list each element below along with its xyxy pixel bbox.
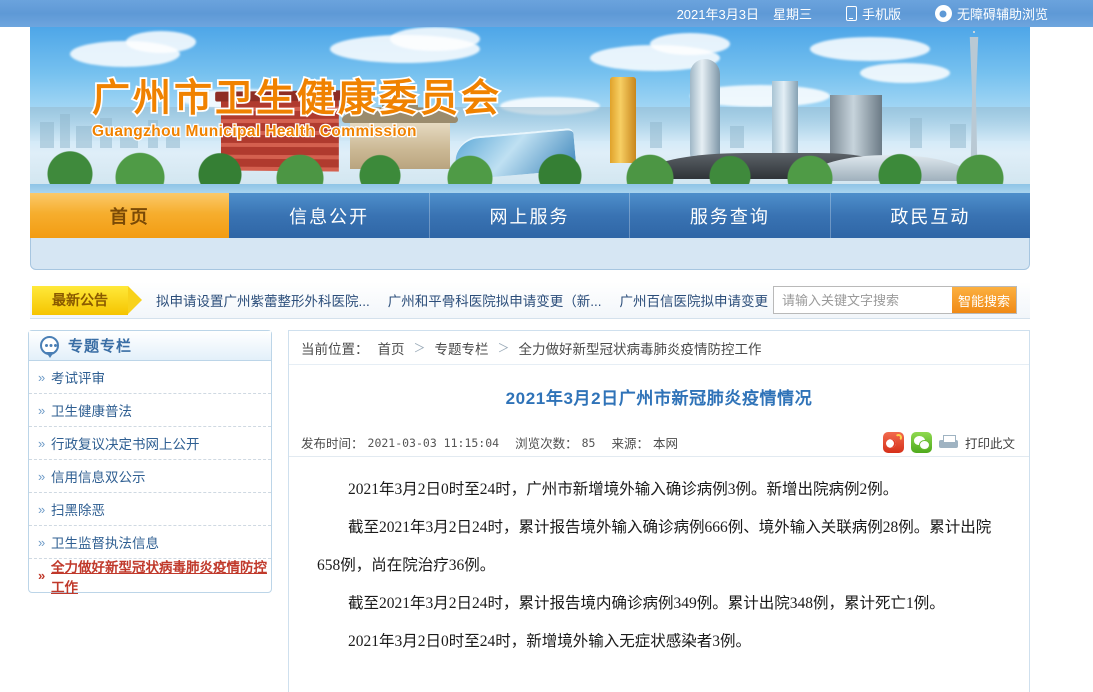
publish-time-label: 发布时间： [301, 437, 364, 451]
cloud-shape [126, 31, 196, 53]
search-button[interactable]: 智能搜索 [952, 287, 1016, 313]
breadcrumb-item-home[interactable]: 首页 [378, 338, 405, 358]
sub-navigation-panel [30, 238, 1030, 270]
page-root: 2021年3月3日 星期三 手机版 无障碍辅助浏览 广州市卫生健康委员会 Gua… [0, 0, 1093, 692]
breadcrumb-item-current[interactable]: 全力做好新型冠状病毒肺炎疫情防控工作 [519, 338, 762, 358]
sidebar-panel: 专题专栏 考试评审 卫生健康普法 行政复议决定书网上公开 信用信息双公示 扫黑除… [28, 330, 272, 595]
nav-item-query[interactable]: 服务查询 [630, 193, 831, 238]
sidebar-item-covid-prevention[interactable]: 全力做好新型冠状病毒肺炎疫情防控工作 [29, 559, 271, 595]
views-label: 浏览次数： [515, 437, 578, 451]
notice-link[interactable]: 拟申请设置广州紫蕾整形外科医院... [156, 290, 370, 310]
site-title-cn: 广州市卫生健康委员会 [90, 75, 503, 122]
sidebar-item-health-law[interactable]: 卫生健康普法 [29, 394, 271, 427]
notice-link[interactable]: 广州和平骨科医院拟申请变更（新... [388, 290, 602, 310]
article-meta: 发布时间： 2021-03-03 11:15:04 浏览次数： 85 来源： 本… [289, 429, 1029, 457]
eye-icon [934, 5, 952, 22]
source-label: 来源： [611, 437, 649, 451]
sidebar-item-admin-review[interactable]: 行政复议决定书网上公开 [29, 427, 271, 460]
sidebar-item-anti-crime[interactable]: 扫黑除恶 [29, 493, 271, 526]
breadcrumb-item-column[interactable]: 专题专栏 [435, 338, 489, 358]
river-strip [30, 184, 1030, 193]
nav-item-online[interactable]: 网上服务 [430, 193, 631, 238]
site-banner: 广州市卫生健康委员会 Guangzhou Municipal Health Co… [30, 27, 1030, 193]
article-paragraph: 2021年3月2日0时至24时，广州市新增境外输入确诊病例3例。新增出院病例2例… [348, 481, 899, 498]
notice-tag: 最新公告 [32, 285, 142, 315]
publish-time-value: 2021-03-03 11:15:04 [367, 435, 500, 450]
views-count: 85 [581, 435, 596, 450]
sidebar-item-exam-review[interactable]: 考试评审 [29, 361, 271, 394]
article-paragraph: 2021年3月2日0时至24时，新增境外输入无症状感染者3例。 [348, 632, 752, 650]
nav-item-interact[interactable]: 政民互动 [831, 193, 1030, 238]
accessibility-link[interactable]: 无障碍辅助浏览 [934, 4, 1048, 23]
breadcrumb-separator: ＞ [413, 341, 426, 355]
current-weekday: 星期三 [772, 7, 812, 22]
mobile-version-link[interactable]: 手机版 [845, 4, 901, 23]
current-date: 2021年3月3日 [676, 7, 759, 22]
source-value: 本网 [652, 437, 678, 451]
speech-bubble-icon [40, 336, 59, 358]
sidebar-title: 专题专栏 [68, 338, 133, 355]
printer-icon[interactable] [938, 434, 958, 451]
notice-link-list: 拟申请设置广州紫蕾整形外科医院... 广州和平骨科医院拟申请变更（新... 广州… [156, 290, 795, 310]
tree-line [30, 143, 1030, 187]
cloud-shape [810, 37, 930, 61]
search-box: 智能搜索 [773, 286, 1017, 314]
wechat-share-icon[interactable] [910, 432, 932, 453]
breadcrumb-label: 当前位置： [301, 341, 369, 357]
cloud-shape [390, 27, 480, 51]
content-panel: 当前位置： 首页 ＞ 专题专栏 ＞ 全力做好新型冠状病毒肺炎疫情防控工作 202… [288, 330, 1030, 692]
phone-icon [845, 6, 857, 21]
sidebar-item-supervision-info[interactable]: 卫生监督执法信息 [29, 526, 271, 559]
article-title: 2021年3月2日广州市新冠肺炎疫情情况 [505, 389, 813, 408]
accessibility-label: 无障碍辅助浏览 [956, 7, 1048, 22]
sidebar-header: 专题专栏 [29, 331, 271, 361]
article-paragraph: 截至2021年3月2日24时，累计报告境内确诊病例349例。累计出院348例，累… [348, 594, 945, 612]
sidebar-item-credit-info[interactable]: 信用信息双公示 [29, 460, 271, 493]
cloud-shape [650, 33, 730, 55]
notice-link[interactable]: 广州百信医院拟申请变更（新 [620, 290, 796, 310]
top-utility-bar: 2021年3月3日 星期三 手机版 无障碍辅助浏览 [0, 0, 1093, 27]
mobile-version-label: 手机版 [861, 7, 901, 22]
nav-item-home[interactable]: 首页 [30, 193, 230, 238]
share-toolbar: 打印此文 [882, 432, 1015, 453]
search-input[interactable] [774, 287, 952, 313]
main-navigation: 首页 信息公开 网上服务 服务查询 政民互动 [30, 193, 1030, 238]
nav-item-info[interactable]: 信息公开 [229, 193, 430, 238]
weibo-share-icon[interactable] [882, 432, 904, 453]
article-body: 2021年3月2日0时至24时，广州市新增境外输入确诊病例3例。新增出院病例2例… [289, 457, 1029, 661]
breadcrumb-separator: ＞ [497, 341, 510, 355]
cloud-shape [860, 63, 950, 83]
notice-bar: 最新公告 拟申请设置广州紫蕾整形外科医院... 广州和平骨科医院拟申请变更（新.… [30, 282, 1030, 319]
article-paragraph: 截至2021年3月2日24时，累计报告境外输入确诊病例666例、境外输入关联病例… [317, 518, 992, 574]
site-title-en: Guangzhou Municipal Health Commission [91, 121, 418, 140]
print-article-link[interactable]: 打印此文 [965, 433, 1015, 452]
site-logo: 广州市卫生健康委员会 Guangzhou Municipal Health Co… [90, 75, 503, 141]
breadcrumb: 当前位置： 首页 ＞ 专题专栏 ＞ 全力做好新型冠状病毒肺炎疫情防控工作 [289, 331, 1029, 365]
